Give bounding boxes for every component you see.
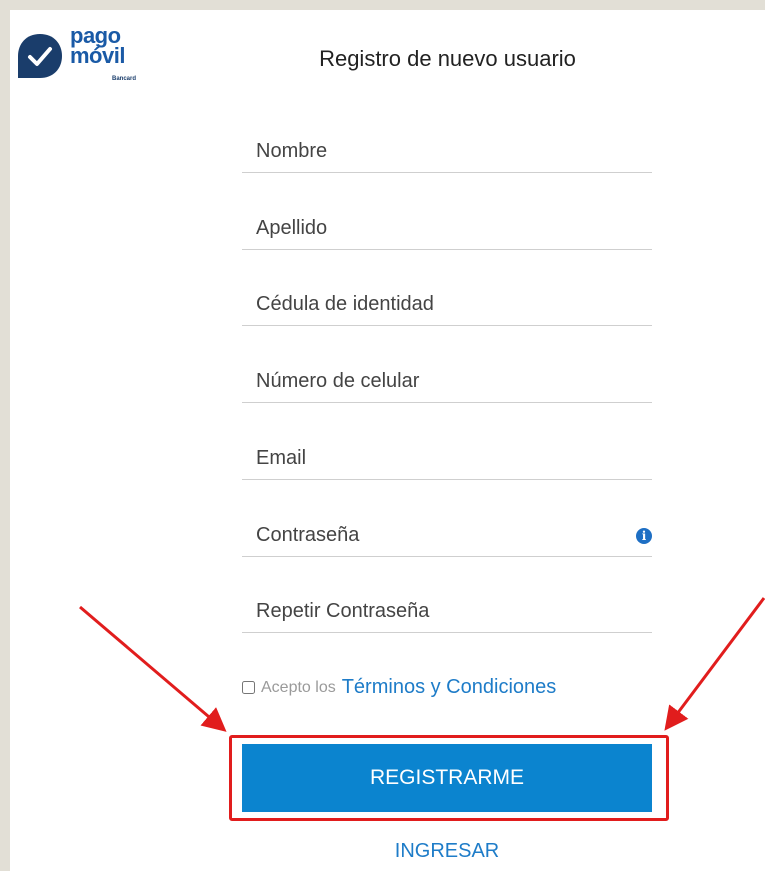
- nombre-input[interactable]: [242, 132, 652, 170]
- repeat-password-field: [242, 592, 652, 633]
- terms-checkbox[interactable]: [242, 681, 255, 694]
- terms-row: Acepto los Términos y Condiciones: [242, 676, 556, 699]
- celular-field: [242, 362, 652, 403]
- cedula-field: [242, 285, 652, 326]
- login-link[interactable]: INGRESAR: [242, 840, 652, 863]
- apellido-field: [242, 209, 652, 250]
- password-input[interactable]: [242, 516, 652, 554]
- register-button[interactable]: REGISTRARME: [242, 744, 652, 812]
- celular-input[interactable]: [242, 362, 652, 400]
- info-icon[interactable]: i: [636, 528, 652, 544]
- apellido-input[interactable]: [242, 209, 652, 247]
- cedula-input[interactable]: [242, 285, 652, 323]
- page-title: Registro de nuevo usuario: [319, 46, 576, 71]
- terms-link[interactable]: Términos y Condiciones: [342, 676, 557, 699]
- terms-prefix: Acepto los: [261, 678, 336, 696]
- logo-text-bancard: Bancard: [112, 76, 137, 82]
- password-field: i: [242, 516, 652, 557]
- email-input[interactable]: [242, 439, 652, 477]
- email-field: [242, 439, 652, 480]
- nombre-field: [242, 132, 652, 173]
- repeat-password-input[interactable]: [242, 592, 652, 630]
- registration-panel: pago móvil Bancard Registro de nuevo usu…: [10, 10, 765, 871]
